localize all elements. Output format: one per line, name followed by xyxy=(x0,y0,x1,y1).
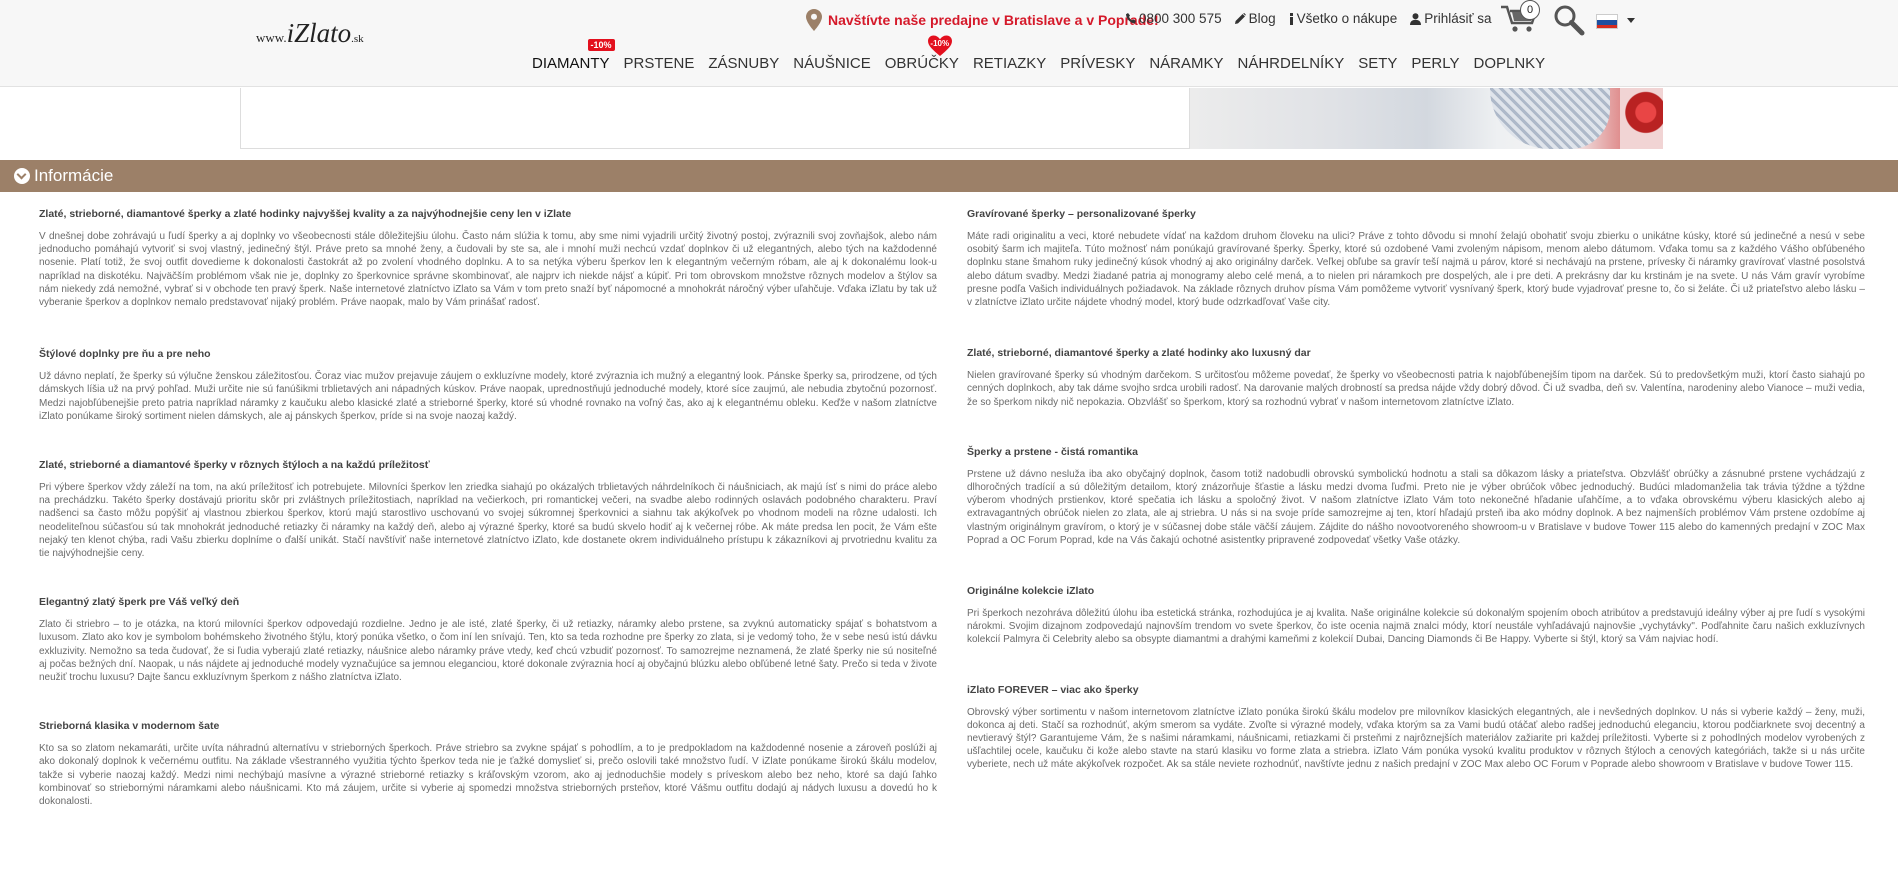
article-text: V dnešnej dobe zohrávajú u ľudí šperky a… xyxy=(39,231,937,309)
info-column-right: Gravírované šperky – personalizované špe… xyxy=(967,207,1865,772)
info-article: Zlaté, strieborné a diamantové šperky v … xyxy=(39,458,937,560)
search-icon[interactable] xyxy=(1553,4,1585,36)
info-section-title: Informácie xyxy=(34,166,114,185)
nav-item-prstene[interactable]: PRSTENE xyxy=(617,55,702,72)
nav-label: RETIAZKY xyxy=(972,55,1047,72)
cart-count-badge: 0 xyxy=(1520,0,1540,20)
blog-link[interactable]: Blog xyxy=(1234,11,1276,26)
article-heading: Štýlové doplnky pre ňu a pre neho xyxy=(39,348,211,361)
banner-flower-detail xyxy=(1620,88,1663,149)
info-article: Šperky a prstene - čistá romantika Prste… xyxy=(967,445,1865,547)
shopping-info-label: Všetko o nákupe xyxy=(1296,11,1398,26)
nav-item-diamanty[interactable]: DIAMANTY -10% xyxy=(532,39,617,72)
nav-item-nahrdelniky[interactable]: NÁHRDELNÍKY xyxy=(1231,55,1352,72)
info-article: Originálne kolekcie iZlato Pri šperkoch … xyxy=(967,584,1865,647)
location-pin-icon xyxy=(806,9,822,31)
info-icon xyxy=(1289,12,1293,25)
article-heading: Gravírované šperky – personalizované špe… xyxy=(967,208,1196,220)
info-article: Štýlové doplnky pre ňu a pre neho Už dáv… xyxy=(39,347,937,423)
nav-item-zasnuby[interactable]: ZÁSNUBY xyxy=(701,55,786,72)
info-article: iZlato FOREVER – viac ako šperky Obrovsk… xyxy=(967,683,1865,772)
article-text: Máte radi originalitu a veci, ktoré nebu… xyxy=(967,231,1865,309)
banner-frame xyxy=(240,88,1190,149)
info-article: Zlaté, strieborné, diamantové šperky a z… xyxy=(967,346,1865,409)
shopping-info-link[interactable]: Všetko o nákupe xyxy=(1289,11,1398,26)
info-article: Gravírované šperky – personalizované špe… xyxy=(967,207,1865,309)
nav-label: OBRÚČKY xyxy=(884,55,959,72)
nav-item-obrucky[interactable]: OBRÚČKY -10% xyxy=(878,35,966,72)
nav-label: DOPLNKY xyxy=(1473,55,1546,72)
language-dropdown-caret-icon[interactable] xyxy=(1627,18,1635,23)
info-section-toggle[interactable]: Informácie xyxy=(0,160,1898,192)
nav-label: SETY xyxy=(1358,55,1398,72)
article-heading: Elegantný zlatý šperk pre Váš veľký deň xyxy=(39,596,240,609)
banner-image[interactable] xyxy=(1190,88,1663,149)
slovak-flag-icon[interactable] xyxy=(1596,14,1618,29)
article-text: Už dávno neplatí, že šperky sú výlučne ž… xyxy=(39,371,937,422)
nav-label: NÁHRDELNÍKY xyxy=(1237,55,1345,72)
discount-badge: -10% xyxy=(587,39,615,51)
phone-icon xyxy=(1126,13,1136,24)
article-heading: Strieborná klasika v modernom šate xyxy=(39,720,220,733)
logo-prefix: www. xyxy=(256,30,287,45)
nav-label: PERLY xyxy=(1411,55,1460,72)
logo-suffix: .sk xyxy=(351,33,364,45)
promo-text: Navštívte naše predajne v Bratislave a v… xyxy=(828,12,1159,28)
article-text: Pri šperkoch nezohráva dôležitú úlohu ib… xyxy=(967,608,1865,646)
info-article: Elegantný zlatý šperk pre Váš veľký deň … xyxy=(39,595,937,684)
nav-label: DIAMANTY xyxy=(532,55,610,72)
chevron-down-icon xyxy=(14,168,30,184)
article-heading: Originálne kolekcie iZlato xyxy=(967,585,1095,598)
site-header: www.iZlato.sk Navštívte naše predajne v … xyxy=(0,0,1898,87)
login-label: Prihlásiť sa xyxy=(1424,11,1492,26)
info-column-left: Zlaté, strieborné, diamantové šperky a z… xyxy=(39,207,937,808)
article-text: Obrovský výber sortimentu v našom intern… xyxy=(967,706,1865,771)
nav-item-doplnky[interactable]: DOPLNKY xyxy=(1466,55,1552,72)
nav-label: ZÁSNUBY xyxy=(708,55,780,72)
heart-discount-badge: -10% xyxy=(927,35,952,57)
article-text: Zlato či striebro – to je otázka, na kto… xyxy=(39,619,937,684)
info-article: Strieborná klasika v modernom šate Kto s… xyxy=(39,719,937,808)
article-heading: Zlaté, strieborné, diamantové šperky a z… xyxy=(967,347,1311,360)
nav-item-naramky[interactable]: NÁRAMKY xyxy=(1142,55,1230,72)
nav-item-nausnice[interactable]: NÁUŠNICE xyxy=(786,55,878,72)
article-text: Prstene už dávno nesluža iba ako obyčajn… xyxy=(967,468,1865,546)
top-links: 0800 300 575 Blog Všetko o nákupe Prihlá… xyxy=(1126,11,1492,26)
nav-item-sety[interactable]: SETY xyxy=(1351,55,1404,72)
nav-label: PRSTENE xyxy=(623,55,695,72)
logo-name: iZlato xyxy=(286,18,352,48)
phone-link[interactable]: 0800 300 575 xyxy=(1126,11,1222,26)
main-nav: DIAMANTY -10% PRSTENE ZÁSNUBY NÁUŠNICE O… xyxy=(532,35,1552,72)
article-heading: iZlato FOREVER – viac ako šperky xyxy=(967,683,1139,696)
nav-label: PRÍVESKY xyxy=(1060,55,1136,72)
article-text: Pri výbere šperkov vždy záleží na tom, n… xyxy=(39,482,937,560)
heart-badge-text: -10% xyxy=(930,39,950,48)
article-heading: Šperky a prstene - čistá romantika xyxy=(967,445,1138,458)
blog-label: Blog xyxy=(1248,11,1276,26)
nav-item-privesky[interactable]: PRÍVESKY xyxy=(1053,55,1142,72)
phone-number: 0800 300 575 xyxy=(1139,11,1222,26)
pencil-icon xyxy=(1234,13,1246,24)
nav-label: NÁUŠNICE xyxy=(793,55,871,72)
site-logo[interactable]: www.iZlato.sk xyxy=(256,18,364,49)
store-promo-link[interactable]: Navštívte naše predajne v Bratislave a v… xyxy=(806,9,1159,31)
article-text: Nielen gravírované šperky sú vhodným dar… xyxy=(967,370,1865,408)
banner-shirt-detail xyxy=(1490,88,1610,149)
nav-item-retiazky[interactable]: RETIAZKY xyxy=(966,55,1053,72)
article-heading: Zlaté, strieborné a diamantové šperky v … xyxy=(39,459,430,472)
user-icon xyxy=(1410,12,1422,25)
article-text: Kto sa so zlatom nekamaráti, určite uvít… xyxy=(39,743,937,808)
info-article: Zlaté, strieborné, diamantové šperky a z… xyxy=(39,207,937,309)
nav-item-perly[interactable]: PERLY xyxy=(1404,55,1466,72)
nav-label: NÁRAMKY xyxy=(1149,55,1224,72)
article-heading: Zlaté, strieborné, diamantové šperky a z… xyxy=(39,208,572,220)
login-link[interactable]: Prihlásiť sa xyxy=(1410,11,1492,26)
